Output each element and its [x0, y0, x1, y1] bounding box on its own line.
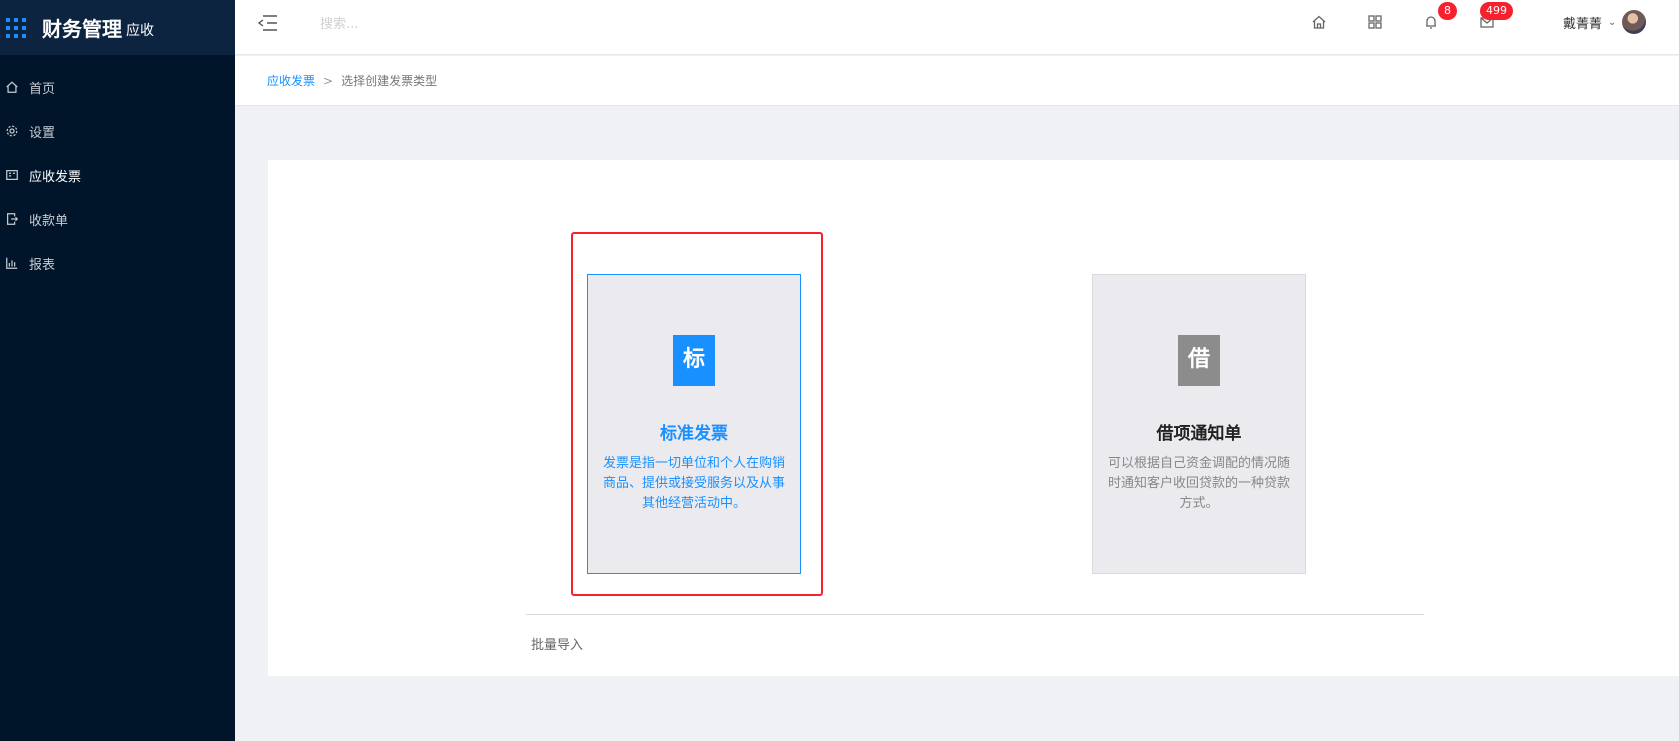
- batch-import-link[interactable]: 批量导入: [531, 634, 583, 653]
- chevron-down-icon: ⌄: [1608, 16, 1617, 28]
- debit-note-card[interactable]: 借 借项通知单 可以根据自己资金调配的情况随时通知客户收回贷款的一种贷款方式。: [1092, 274, 1306, 574]
- debit-ticket-icon: 借: [1178, 335, 1220, 386]
- gear-icon: [4, 123, 20, 139]
- breadcrumb-current: 选择创建发票类型: [341, 74, 438, 88]
- breadcrumb-separator: >: [323, 73, 334, 88]
- sidebar-item-label: 首页: [29, 81, 56, 97]
- home-icon[interactable]: [1311, 14, 1329, 32]
- notifications-badge: 8: [1438, 2, 1457, 20]
- sidebar-item-label: 设置: [29, 125, 56, 141]
- card-title: 借项通知单: [1156, 424, 1242, 444]
- user-menu[interactable]: 戴菁菁 ⌄: [1563, 10, 1647, 34]
- sidebar-nav: 首页 设置 应收发票 收款单 报表: [0, 65, 235, 285]
- home-icon: [4, 79, 20, 95]
- card-title: 标准发票: [660, 424, 728, 444]
- avatar: [1622, 10, 1647, 34]
- sidebar: 财务管理 应收 首页 设置 应收发票 收款单 报表: [0, 0, 235, 741]
- sidebar-item-label: 收款单: [29, 213, 69, 229]
- app-title: 财务管理: [42, 17, 122, 41]
- app-subtitle: 应收: [126, 23, 154, 39]
- invoice-ticket-icon: 标: [673, 335, 715, 386]
- top-header: 8 499 戴菁菁 ⌄: [235, 0, 1679, 55]
- sidebar-item-invoice[interactable]: 应收发票: [0, 153, 235, 197]
- sidebar-item-home[interactable]: 首页: [0, 65, 235, 109]
- sidebar-header: 财务管理 应收: [0, 0, 235, 55]
- messages-badge: 499: [1480, 2, 1513, 20]
- bar-chart-icon: [4, 255, 20, 271]
- bell-icon[interactable]: [1423, 14, 1441, 32]
- breadcrumb: 应收发票 > 选择创建发票类型: [235, 56, 1679, 106]
- breadcrumb-parent-link[interactable]: 应收发票: [267, 72, 315, 89]
- standard-invoice-card[interactable]: 标 标准发票 发票是指一切单位和个人在购销商品、提供或接受服务以及从事其他经营活…: [587, 274, 801, 574]
- sidebar-item-label: 应收发票: [29, 169, 82, 185]
- search-input[interactable]: [320, 12, 580, 36]
- sidebar-item-reports[interactable]: 报表: [0, 241, 235, 285]
- menu-collapse-icon[interactable]: [257, 14, 279, 32]
- divider: [526, 614, 1424, 615]
- user-name: 戴菁菁: [1563, 16, 1603, 32]
- card-description: 发票是指一切单位和个人在购销商品、提供或接受服务以及从事其他经营活动中。: [602, 456, 785, 511]
- invoice-icon: [4, 167, 20, 183]
- apps-icon[interactable]: [1367, 14, 1385, 32]
- card-description: 可以根据自己资金调配的情况随时通知客户收回贷款的一种贷款方式。: [1107, 456, 1290, 511]
- sidebar-item-label: 报表: [29, 257, 56, 273]
- sidebar-item-receipts[interactable]: 收款单: [0, 197, 235, 241]
- sidebar-item-settings[interactable]: 设置: [0, 109, 235, 153]
- receipt-icon: [4, 211, 20, 227]
- app-grid-icon[interactable]: [6, 17, 26, 38]
- invoice-type-panel: 标 标准发票 发票是指一切单位和个人在购销商品、提供或接受服务以及从事其他经营活…: [268, 160, 1679, 676]
